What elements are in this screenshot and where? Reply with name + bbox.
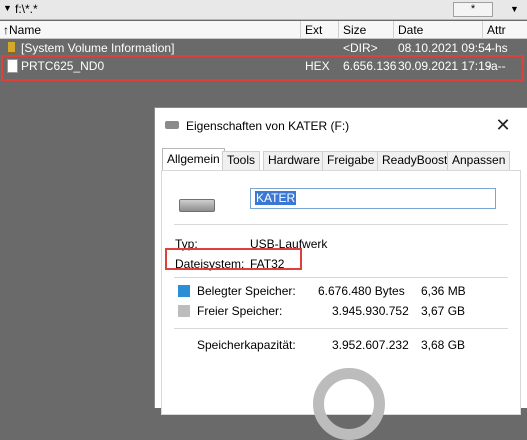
tab-strip: Allgemein Tools Hardware Freigabe ReadyB… (155, 144, 527, 172)
column-divider[interactable] (338, 21, 339, 39)
file-attr: -a-- (487, 59, 506, 73)
divider (174, 224, 508, 225)
column-name[interactable]: ↑Name (3, 23, 41, 37)
capacity-ring-chart (313, 368, 385, 440)
column-divider[interactable] (393, 21, 394, 39)
system-folder-icon (7, 41, 16, 53)
column-size[interactable]: Size (343, 23, 366, 37)
divider (174, 277, 508, 278)
current-path: f:\*.* (15, 2, 38, 16)
free-space-swatch (178, 305, 190, 317)
tab-readyboost[interactable]: ReadyBoost (377, 151, 453, 170)
file-icon (7, 59, 18, 73)
filesystem-value: FAT32 (250, 257, 285, 271)
path-bar: ▼ f:\*.* * ▼ (0, 0, 527, 20)
divider (174, 328, 508, 329)
tab-page-allgemein: KATER Typ: USB-Laufwerk Dateisystem: FAT… (161, 170, 521, 440)
file-size: 6.656.136 (343, 59, 397, 73)
tab-tools[interactable]: Tools (222, 151, 261, 170)
file-name: PRTC625_ND0 (21, 59, 105, 73)
used-space-swatch (178, 285, 190, 297)
dialog-titlebar[interactable]: Eigenschaften von KATER (F:) ✕ (155, 108, 527, 144)
tab-anpassen[interactable]: Anpassen (447, 151, 511, 170)
column-divider[interactable] (300, 21, 301, 39)
type-value: USB-Laufwerk (250, 237, 328, 251)
column-attr[interactable]: Attr (487, 23, 506, 37)
file-date: 30.09.2021 17:19 (398, 59, 492, 73)
used-space-size: 6,36 MB (421, 284, 466, 298)
file-row[interactable]: PRTC625_ND0 HEX 6.656.136 30.09.2021 17:… (0, 57, 527, 75)
tab-freigabe[interactable]: Freigabe (322, 151, 380, 170)
capacity-label: Speicherkapazität: (197, 338, 296, 352)
capacity-bytes: 3.952.607.232 (332, 338, 409, 352)
free-space-size: 3,67 GB (421, 304, 466, 318)
drive-icon (165, 121, 179, 129)
file-date: 08.10.2021 09:54 (398, 41, 492, 55)
file-row[interactable]: [System Volume Information] <DIR> 08.10.… (0, 39, 527, 57)
dialog-title: Eigenschaften von KATER (F:) (186, 119, 350, 133)
filesystem-label: Dateisystem: (175, 257, 245, 271)
usb-drive-icon (179, 199, 215, 212)
properties-dialog: Eigenschaften von KATER (F:) ✕ Allgemein… (154, 107, 527, 440)
filter-dropdown-icon[interactable]: ▼ (510, 4, 519, 14)
volume-name-input[interactable]: KATER (250, 188, 496, 209)
drive-dropdown-icon[interactable]: ▼ (3, 3, 12, 13)
file-attr: --hs (487, 41, 508, 55)
column-date[interactable]: Date (398, 23, 423, 37)
tab-allgemein[interactable]: Allgemein (162, 148, 225, 170)
file-size: <DIR> (343, 41, 378, 55)
free-space-bytes: 3.945.930.752 (332, 304, 409, 318)
column-header: ↑Name Ext Size Date Attr (0, 21, 527, 39)
file-ext: HEX (305, 59, 330, 73)
type-label: Typ: (175, 237, 198, 251)
capacity-size: 3,68 GB (421, 338, 466, 352)
tab-hardware[interactable]: Hardware (263, 151, 326, 170)
column-ext[interactable]: Ext (305, 23, 322, 37)
used-space-label: Belegter Speicher: (197, 284, 296, 298)
column-divider[interactable] (482, 21, 483, 39)
close-icon[interactable]: ✕ (491, 114, 515, 136)
used-space-bytes: 6.676.480 Bytes (318, 284, 405, 298)
free-space-label: Freier Speicher: (197, 304, 283, 318)
file-name: [System Volume Information] (21, 41, 175, 55)
volume-name-value: KATER (255, 191, 297, 205)
filter-button[interactable]: * (453, 2, 493, 17)
